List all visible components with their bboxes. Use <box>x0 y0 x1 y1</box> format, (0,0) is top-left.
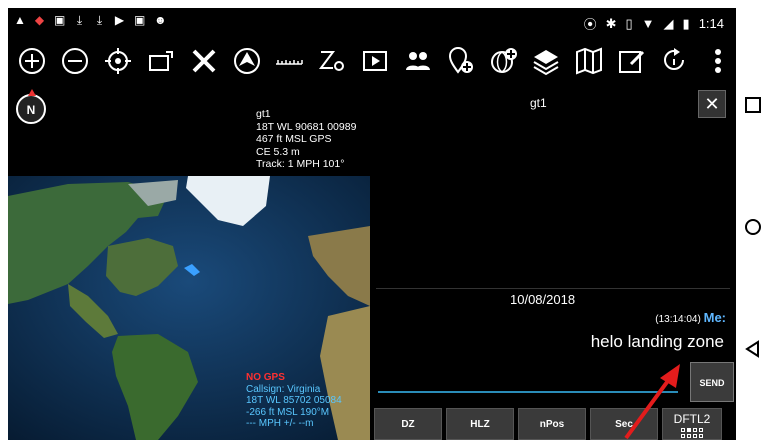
ruler-icon[interactable] <box>271 42 308 80</box>
quick-sec-button[interactable]: Sec <box>590 408 658 440</box>
quick-reply-bar: DZ HLZ nPos Sec DFTL2 <box>370 408 736 440</box>
point-elevation: 467 ft MSL GPS <box>256 133 332 145</box>
bluetooth-icon: ✱ <box>605 15 617 31</box>
navigation-arrow-icon[interactable] <box>228 42 265 80</box>
chat-date: 10/08/2018 <box>510 292 576 307</box>
quick-hlz-button[interactable]: HLZ <box>446 408 514 440</box>
quick-dz-button[interactable]: DZ <box>374 408 442 440</box>
layers-icon[interactable] <box>528 42 565 80</box>
message-text: helo landing zone <box>590 332 724 351</box>
point-name: gt1 <box>256 108 271 120</box>
keypad-icon <box>663 428 721 438</box>
recent-apps-icon[interactable] <box>744 96 762 114</box>
zoom-out-icon[interactable] <box>57 42 94 80</box>
self-position-info: NO GPS Callsign: Virginia 18T WL 85702 0… <box>246 372 342 430</box>
notification-icons: ▲ ◆ ▣ ⤓ ⤓ ▶ ▣ ☻ <box>14 13 167 27</box>
youtube-icon: ▶ <box>114 13 125 27</box>
add-point-icon[interactable] <box>442 42 479 80</box>
download-icon: ⤓ <box>96 13 103 27</box>
zoom-in-icon[interactable] <box>14 42 51 80</box>
point-track: Track: 1 MPH 101° <box>256 158 345 170</box>
close-cross-icon[interactable] <box>185 42 222 80</box>
battery-icon: ▮ <box>682 15 690 31</box>
self-elevation: -266 ft MSL 190°M <box>246 406 330 418</box>
compass-north-icon[interactable]: N <box>16 89 46 124</box>
callsign: Callsign: Virginia <box>246 383 321 395</box>
image-icon: ▣ <box>54 13 66 27</box>
map-icon[interactable] <box>571 42 608 80</box>
dftl-keypad-button[interactable]: DFTL2 <box>662 408 722 440</box>
quick-npos-button[interactable]: nPos <box>518 408 586 440</box>
vibrate-icon: ▯ <box>625 15 633 31</box>
back-icon[interactable] <box>744 340 762 358</box>
locate-icon[interactable] <box>100 42 137 80</box>
message-time: (13:14:04) <box>655 314 701 325</box>
point-ce: CE 5.3 m <box>256 145 300 158</box>
signal-icon: ◢ <box>663 15 674 31</box>
home-icon[interactable] <box>744 218 762 236</box>
edit-icon[interactable] <box>614 42 651 80</box>
chat-panel: gt1 ✕ 10/08/2018 (13:14:04) Me: helo lan… <box>370 86 736 440</box>
android-icon: ☻ <box>154 13 167 27</box>
video-icon[interactable] <box>357 42 394 80</box>
clock: 1:14 <box>698 16 724 31</box>
app-screen: ▲ ◆ ▣ ⤓ ⤓ ▶ ▣ ☻ ⦿ ✱ ▯ ▼ ◢ ▮ 1:14 N gt1 1… <box>8 8 736 440</box>
overflow-menu-icon[interactable] <box>699 42 736 80</box>
location-icon: ⦿ <box>583 17 597 32</box>
point-grid: 18T WL 90681 00989 <box>256 120 357 133</box>
team-icon[interactable] <box>399 42 436 80</box>
message-header: (13:14:04) Me: <box>655 310 726 325</box>
wifi-icon: ▼ <box>641 16 655 31</box>
chat-title: gt1 <box>530 96 547 110</box>
download-icon: ⤓ <box>76 13 83 27</box>
dftl-label: DFTL2 <box>673 412 711 426</box>
send-button[interactable]: SEND <box>690 362 734 402</box>
map-toolbar <box>8 38 736 84</box>
system-nav-bar <box>736 0 770 440</box>
lock-rotation-icon[interactable] <box>142 42 179 80</box>
divider <box>376 288 730 289</box>
gps-status: NO GPS <box>246 372 285 383</box>
warning-icon: ▲ <box>14 13 26 27</box>
close-chat-button[interactable]: ✕ <box>698 90 726 118</box>
rotate-icon[interactable] <box>656 42 693 80</box>
self-speed: --- MPH +/- --m <box>246 418 314 429</box>
message-sender: Me: <box>703 310 726 325</box>
add-overlay-icon[interactable] <box>485 42 522 80</box>
app-badge-icon: ◆ <box>34 13 45 27</box>
status-bar: ▲ ◆ ▣ ⤓ ⤓ ▶ ▣ ☻ ⦿ ✱ ▯ ▼ ◢ ▮ 1:14 <box>8 8 736 36</box>
self-grid: 18T WL 85702 05084 <box>246 395 342 406</box>
route-icon[interactable] <box>314 42 351 80</box>
message-input[interactable] <box>378 391 678 393</box>
system-status: ⦿ ✱ ▯ ▼ ◢ ▮ 1:14 <box>584 14 724 33</box>
gallery-icon: ▣ <box>134 13 146 27</box>
map-point-info: gt1 18T WL 90681 00989 467 ft MSL GPS CE… <box>256 108 356 171</box>
